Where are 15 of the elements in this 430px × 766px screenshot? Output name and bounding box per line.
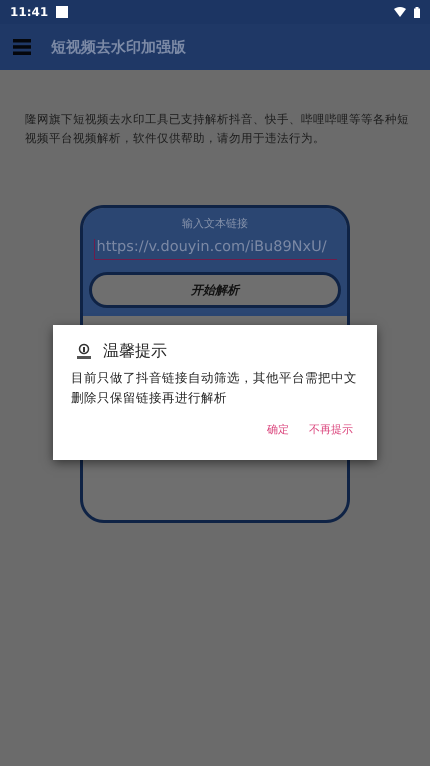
start-parse-button[interactable]: 开始解析 bbox=[89, 272, 341, 308]
battery-icon bbox=[414, 6, 420, 18]
wifi-icon bbox=[394, 7, 406, 17]
confirm-button[interactable]: 确定 bbox=[263, 418, 293, 441]
intro-text: 隆网旗下短视频去水印工具已支持解析抖音、快手、哔哩哔哩等等各种短视频平台视频解析，软件仅供帮助，请勿用于违法行为。 bbox=[25, 111, 410, 147]
logo-icon bbox=[75, 342, 93, 360]
link-input-field[interactable]: https://v.douyin.com/iBu89NxU/ bbox=[94, 239, 336, 260]
dont-show-again-button[interactable]: 不再提示 bbox=[305, 418, 357, 441]
app-title: 短视频去水印加强版 bbox=[51, 38, 186, 56]
status-time: 11:41 bbox=[10, 5, 48, 19]
dialog-title: 温馨提示 bbox=[103, 341, 167, 362]
dialog-message: 目前只做了抖音链接自动筛选，其他平台需把中文删除只保留链接再进行解析 bbox=[71, 369, 357, 407]
input-label: 输入文本链接 bbox=[182, 216, 248, 231]
notification-icon bbox=[56, 6, 68, 18]
menu-icon[interactable] bbox=[13, 39, 31, 55]
